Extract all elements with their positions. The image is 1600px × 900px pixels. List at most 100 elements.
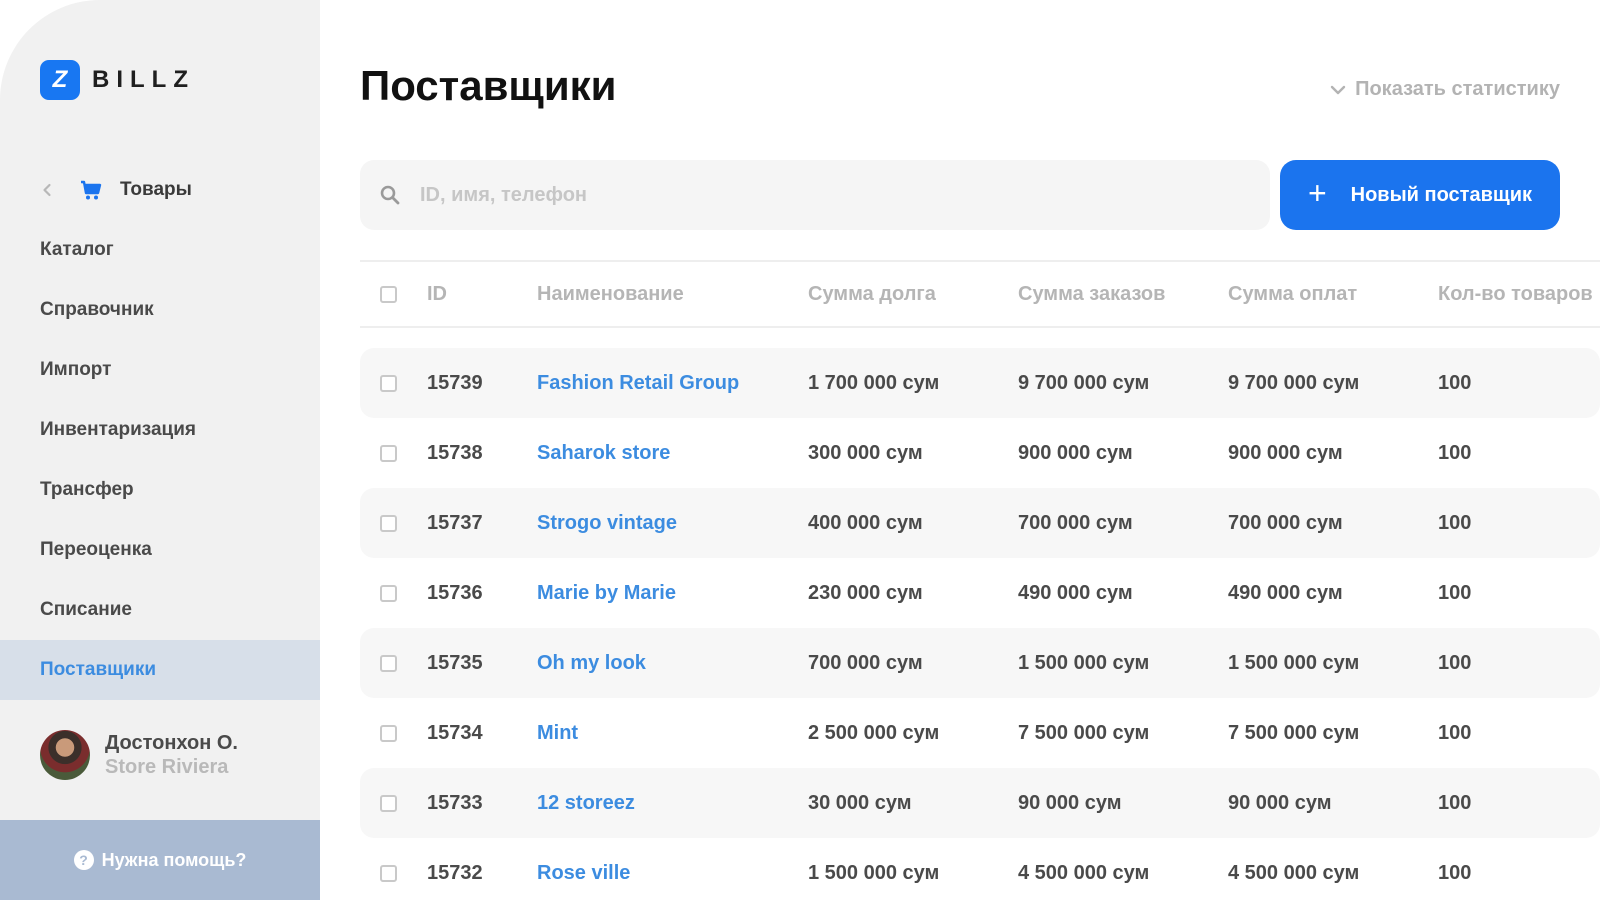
row-checkbox-cell xyxy=(380,558,397,628)
sidebar-item-label: Импорт xyxy=(40,359,112,380)
user-name: Достонхон О. xyxy=(105,732,238,754)
search-bar xyxy=(360,160,1270,230)
brand-mark-icon: Z xyxy=(40,60,80,100)
sidebar-item-suppliers[interactable]: Поставщики xyxy=(0,640,320,700)
table-row[interactable]: 15735 Oh my look 700 000 сум 1 500 000 с… xyxy=(360,628,1600,698)
supplier-name-link[interactable]: Oh my look xyxy=(537,628,646,698)
row-checkbox-cell xyxy=(380,488,397,558)
column-header-payments[interactable]: Сумма оплат xyxy=(1228,262,1357,326)
row-debt: 230 000 сум xyxy=(808,581,923,604)
supplier-name-link[interactable]: 12 storeez xyxy=(537,768,635,838)
plus-icon: + xyxy=(1307,175,1327,211)
sidebar-item-writeoff[interactable]: Списание xyxy=(0,580,320,640)
sidebar-back-label: Товары xyxy=(120,179,192,200)
avatar xyxy=(40,730,90,780)
sidebar-item-label: Списание xyxy=(40,599,132,620)
row-id: 15735 xyxy=(427,651,483,674)
brand-name: BILLZ xyxy=(92,66,195,93)
table-row[interactable]: 15732 Rose ville 1 500 000 сум 4 500 000… xyxy=(360,838,1600,900)
supplier-name-link[interactable]: Rose ville xyxy=(537,838,630,900)
search-input[interactable] xyxy=(420,183,1240,207)
row-orders: 490 000 сум xyxy=(1018,581,1133,604)
row-id: 15738 xyxy=(427,441,483,464)
row-checkbox[interactable] xyxy=(380,444,397,462)
row-checkbox[interactable] xyxy=(380,584,397,602)
table-row[interactable]: 15739 Fashion Retail Group 1 700 000 сум… xyxy=(360,348,1600,418)
column-header-debt[interactable]: Сумма долга xyxy=(808,262,936,326)
help-label: Нужна помощь? xyxy=(101,849,247,870)
sidebar-item-label: Каталог xyxy=(40,239,114,260)
table-row[interactable]: 15733 12 storeez 30 000 сум 90 000 сум 9… xyxy=(360,768,1600,838)
sidebar-item-label: Поставщики xyxy=(40,659,157,680)
row-orders: 700 000 сум xyxy=(1018,511,1133,534)
table-row[interactable]: 15737 Strogo vintage 400 000 сум 700 000… xyxy=(360,488,1600,558)
row-checkbox-cell xyxy=(380,838,397,900)
row-debt: 700 000 сум xyxy=(808,651,923,674)
row-payments: 1 500 000 сум xyxy=(1228,651,1360,674)
row-debt: 1 500 000 сум xyxy=(808,861,940,884)
row-checkbox-cell xyxy=(380,628,397,698)
show-statistics-toggle[interactable]: Показать статистику xyxy=(1329,78,1560,101)
table-header: ID Наименование Сумма долга Сумма заказо… xyxy=(360,260,1600,328)
row-quantity: 100 xyxy=(1438,511,1472,534)
row-checkbox[interactable] xyxy=(380,864,397,882)
row-debt: 30 000 сум xyxy=(808,791,912,814)
table-row[interactable]: 15738 Saharok store 300 000 сум 900 000 … xyxy=(360,418,1600,488)
table-row[interactable]: 15736 Marie by Marie 230 000 сум 490 000… xyxy=(360,558,1600,628)
sidebar-item-transfer[interactable]: Трансфер xyxy=(0,460,320,520)
sidebar-item-inventory[interactable]: Инвентаризация xyxy=(0,400,320,460)
row-checkbox[interactable] xyxy=(380,724,397,742)
row-payments: 90 000 сум xyxy=(1228,791,1332,814)
column-header-id[interactable]: ID xyxy=(427,262,447,326)
select-all-cell xyxy=(380,262,397,326)
row-checkbox-cell xyxy=(380,768,397,838)
column-header-quantity[interactable]: Кол-во товаров xyxy=(1438,262,1593,326)
row-quantity: 100 xyxy=(1438,371,1472,394)
sidebar-item-label: Переоценка xyxy=(40,539,152,560)
suppliers-table-body: 15739 Fashion Retail Group 1 700 000 сум… xyxy=(360,348,1600,900)
show-statistics-label: Показать статистику xyxy=(1355,78,1560,100)
help-button[interactable]: ? Нужна помощь? xyxy=(0,820,320,900)
chevron-left-icon[interactable] xyxy=(40,183,54,197)
supplier-name-link[interactable]: Saharok store xyxy=(537,418,670,488)
cart-icon xyxy=(80,179,102,201)
supplier-name-link[interactable]: Marie by Marie xyxy=(537,558,676,628)
row-id: 15739 xyxy=(427,371,483,394)
row-checkbox[interactable] xyxy=(380,654,397,672)
row-id: 15733 xyxy=(427,791,483,814)
row-checkbox[interactable] xyxy=(380,514,397,532)
row-id: 15732 xyxy=(427,861,483,884)
select-all-checkbox[interactable] xyxy=(380,285,397,303)
brand-logo[interactable]: Z BILLZ xyxy=(40,60,195,100)
row-checkbox[interactable] xyxy=(380,374,397,392)
sidebar-item-label: Инвентаризация xyxy=(40,419,196,440)
supplier-name-link[interactable]: Strogo vintage xyxy=(537,488,677,558)
row-checkbox-cell xyxy=(380,698,397,768)
supplier-name-link[interactable]: Mint xyxy=(537,698,578,768)
sidebar-back-goods[interactable]: Товары xyxy=(40,176,192,204)
row-checkbox-cell xyxy=(380,418,397,488)
row-id: 15734 xyxy=(427,721,483,744)
row-checkbox[interactable] xyxy=(380,794,397,812)
sidebar-item-repricing[interactable]: Переоценка xyxy=(0,520,320,580)
row-payments: 900 000 сум xyxy=(1228,441,1343,464)
new-supplier-button[interactable]: + Новый поставщик xyxy=(1280,160,1560,230)
table-row[interactable]: 15734 Mint 2 500 000 сум 7 500 000 сум 7… xyxy=(360,698,1600,768)
row-quantity: 100 xyxy=(1438,721,1472,744)
sidebar-item-import[interactable]: Импорт xyxy=(0,340,320,400)
sidebar-item-directory[interactable]: Справочник xyxy=(0,280,320,340)
user-profile[interactable]: Достонхон О. Store Riviera xyxy=(40,730,238,780)
row-debt: 400 000 сум xyxy=(808,511,923,534)
sidebar-item-catalog[interactable]: Каталог xyxy=(0,220,320,280)
question-circle-icon: ? xyxy=(73,850,94,870)
row-debt: 300 000 сум xyxy=(808,441,923,464)
row-payments: 9 700 000 сум xyxy=(1228,371,1360,394)
row-orders: 900 000 сум xyxy=(1018,441,1133,464)
row-debt: 2 500 000 сум xyxy=(808,721,940,744)
column-header-orders[interactable]: Сумма заказов xyxy=(1018,262,1165,326)
chevron-down-icon xyxy=(1329,81,1347,99)
row-debt: 1 700 000 сум xyxy=(808,371,940,394)
sidebar-item-label: Справочник xyxy=(40,299,154,320)
column-header-name[interactable]: Наименование xyxy=(537,262,684,326)
supplier-name-link[interactable]: Fashion Retail Group xyxy=(537,348,739,418)
